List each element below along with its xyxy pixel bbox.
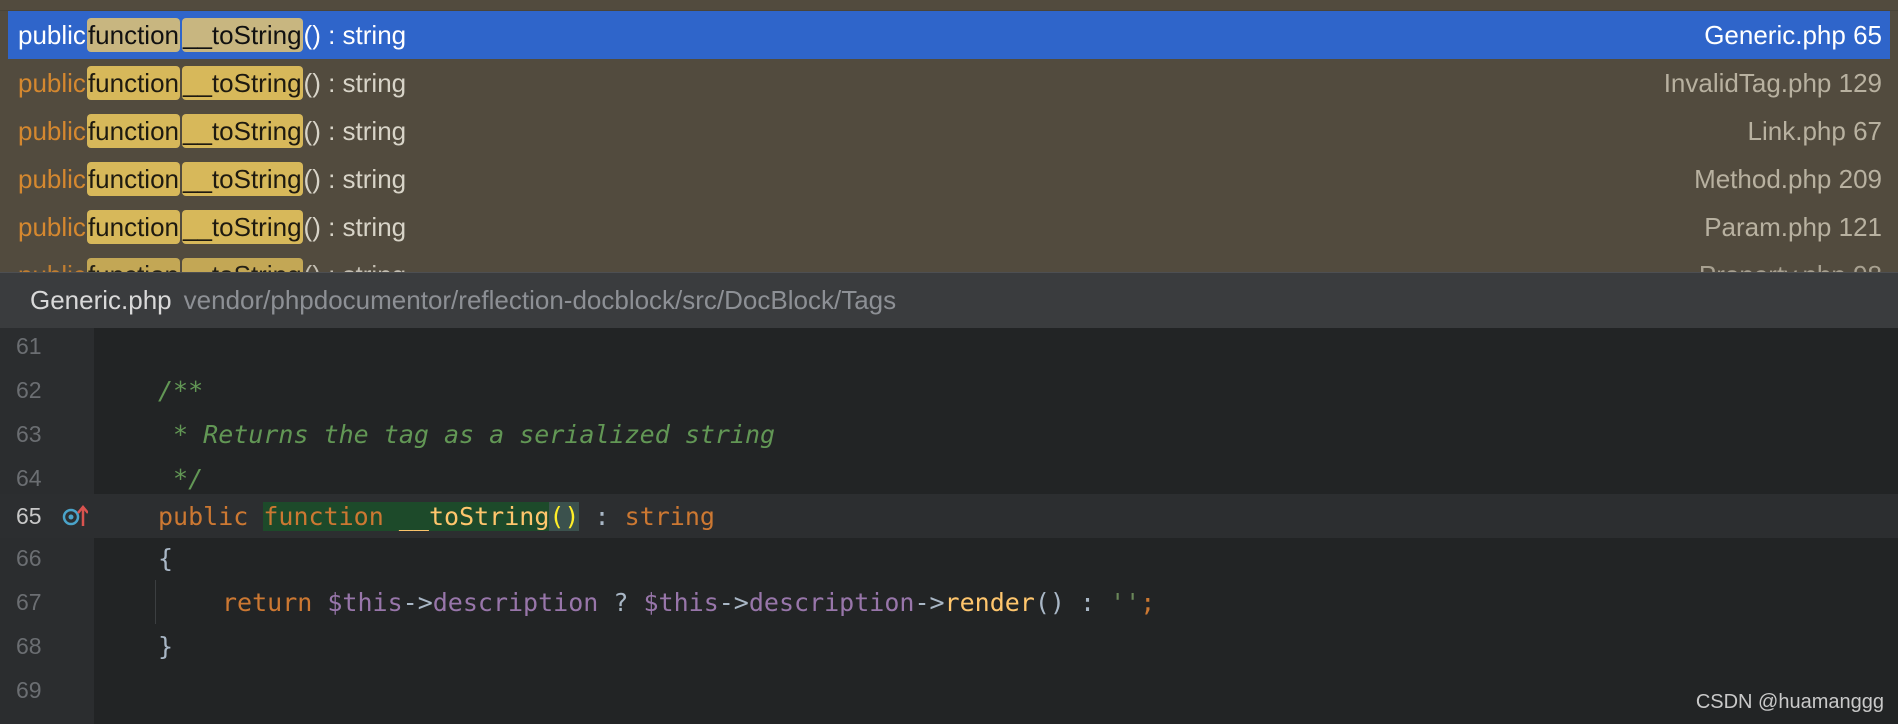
code-line: 63 * Returns the tag as a serialized str… [0,412,1898,456]
result-signature: public function__toString() : string [18,258,406,272]
doc-comment-open: /** [158,375,204,405]
search-results-list: public function __toString() : string Gen… [0,0,1898,272]
implements-method-icon[interactable] [62,504,89,528]
result-item[interactable]: public function __toString() : string Inv… [8,59,1890,107]
code-line: 62 /** [0,368,1898,412]
line-number: 61 [16,332,42,359]
result-item[interactable]: public function __toString() : string Par… [8,203,1890,251]
result-signature: public function__toString() : string [18,114,407,148]
return-statement: return $this->description ? $this->descr… [222,587,1156,617]
line-number: 66 [16,544,42,571]
line-number: 63 [16,420,42,447]
preview-file-header: Generic.php vendor/phpdocumentor/reflect… [0,272,1898,328]
doc-comment-text: * Returns the tag as a serialized string [158,419,776,449]
result-item[interactable]: public function __toString() : string Lin… [8,107,1890,155]
result-item[interactable]: public function __toString() : string Gen… [8,11,1890,59]
code-line: 69 [0,668,1898,712]
result-signature: public function__toString() : string [18,18,407,52]
code-line: 61 [0,324,1898,368]
results-top-edge [0,0,1898,11]
result-item[interactable]: public function__toString() : string Pro… [8,251,1890,272]
line-number: 67 [16,588,42,615]
code-line: 67 return $this->description ? $this->de… [0,580,1898,624]
file-path: vendor/phpdocumentor/reflection-docblock… [183,285,897,315]
doc-comment-close: */ [158,463,204,493]
code-preview[interactable]: 61 62 /** 63 * Returns the tag as a seri… [0,328,1898,724]
close-brace: } [158,631,174,661]
open-brace: { [158,543,174,573]
code-line-current: 65 public function __toString() : string [0,494,1898,538]
result-location: Link.php 67 [1747,115,1882,146]
result-location: Generic.php 65 [1704,19,1882,50]
result-location: Param.php 121 [1704,211,1882,242]
result-location: InvalidTag.php 129 [1663,67,1882,98]
code-line: 66 { [0,536,1898,580]
result-signature: public function__toString() : string [18,66,407,100]
line-number: 64 [16,464,42,491]
line-number: 62 [16,376,42,403]
line-number: 65 [16,502,42,529]
result-signature: public function__toString() : string [18,210,407,244]
result-location: Property.php 98 [1699,260,1882,273]
result-item[interactable]: public function __toString() : string Met… [8,155,1890,203]
method-declaration: public function __toString() : string [158,501,715,531]
result-location: Method.php 209 [1694,163,1882,194]
line-number: 68 [16,632,42,659]
window: public function __toString() : string Gen… [0,0,1898,724]
file-name: Generic.php [30,285,172,315]
watermark: CSDN @huamanggg [1695,691,1884,713]
result-signature: public function__toString() : string [18,162,407,196]
line-number: 69 [16,676,42,703]
code-line: 68 } [0,624,1898,668]
